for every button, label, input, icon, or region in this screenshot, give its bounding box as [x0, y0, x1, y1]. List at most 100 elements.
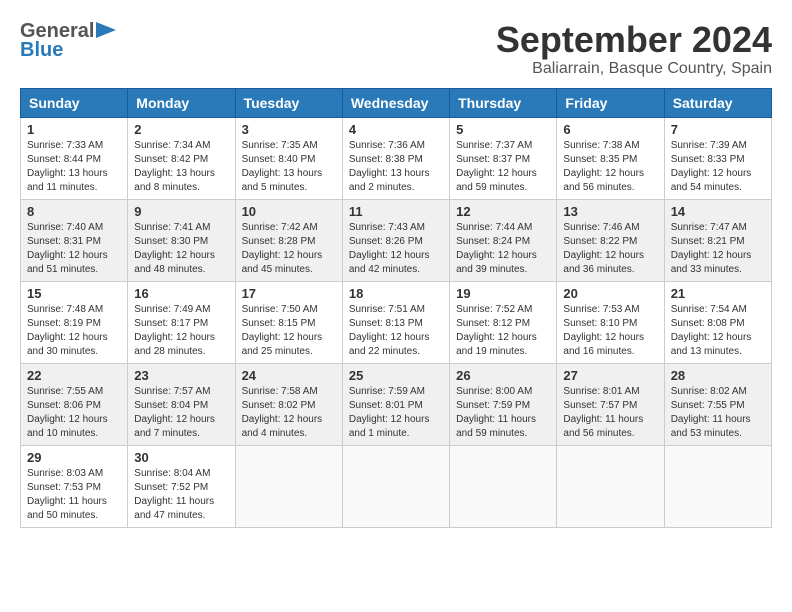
day-number: 11 — [349, 204, 443, 219]
table-row: 1 Sunrise: 7:33 AM Sunset: 8:44 PM Daylig… — [21, 117, 128, 199]
logo: General Blue — [20, 20, 116, 62]
table-row: 7Sunrise: 7:39 AM Sunset: 8:33 PM Daylig… — [664, 117, 771, 199]
day-number: 12 — [456, 204, 550, 219]
day-info: Sunrise: 7:42 AM Sunset: 8:28 PM Dayligh… — [242, 221, 336, 277]
day-number: 4 — [349, 122, 443, 137]
calendar-table: SundayMondayTuesdayWednesdayThursdayFrid… — [20, 88, 772, 528]
day-info: Sunrise: 7:48 AM Sunset: 8:19 PM Dayligh… — [27, 303, 121, 359]
day-number: 9 — [134, 204, 228, 219]
day-info: Sunrise: 8:00 AM Sunset: 7:59 PM Dayligh… — [456, 385, 550, 441]
day-info: Sunrise: 7:59 AM Sunset: 8:01 PM Dayligh… — [349, 385, 443, 441]
day-info: Sunrise: 7:50 AM Sunset: 8:15 PM Dayligh… — [242, 303, 336, 359]
table-row: 28Sunrise: 8:02 AM Sunset: 7:55 PM Dayli… — [664, 363, 771, 445]
day-info: Sunrise: 7:47 AM Sunset: 8:21 PM Dayligh… — [671, 221, 765, 277]
weekday-header-tuesday: Tuesday — [235, 88, 342, 117]
day-info: Sunrise: 8:04 AM Sunset: 7:52 PM Dayligh… — [134, 467, 228, 523]
weekday-header-saturday: Saturday — [664, 88, 771, 117]
table-row: 21Sunrise: 7:54 AM Sunset: 8:08 PM Dayli… — [664, 281, 771, 363]
table-row: 25 Sunrise: 7:59 AM Sunset: 8:01 PM Dayli… — [342, 363, 449, 445]
day-number: 2 — [134, 122, 228, 137]
table-row: 29 Sunrise: 8:03 AM Sunset: 7:53 PM Dayli… — [21, 445, 128, 527]
day-number: 26 — [456, 368, 550, 383]
day-info: Sunrise: 7:43 AM Sunset: 8:26 PM Dayligh… — [349, 221, 443, 277]
day-number: 20 — [563, 286, 657, 301]
day-info: Sunrise: 7:55 AM Sunset: 8:06 PM Dayligh… — [27, 385, 121, 441]
month-title: September 2024 — [496, 20, 772, 60]
location-subtitle: Baliarrain, Basque Country, Spain — [496, 60, 772, 78]
table-row: 17 Sunrise: 7:50 AM Sunset: 8:15 PM Dayli… — [235, 281, 342, 363]
day-info: Sunrise: 7:51 AM Sunset: 8:13 PM Dayligh… — [349, 303, 443, 359]
day-number: 13 — [563, 204, 657, 219]
table-row — [235, 445, 342, 527]
day-info: Sunrise: 7:54 AM Sunset: 8:08 PM Dayligh… — [671, 303, 765, 359]
calendar-week-2: 8 Sunrise: 7:40 AM Sunset: 8:31 PM Daylig… — [21, 199, 772, 281]
weekday-header-sunday: Sunday — [21, 88, 128, 117]
day-number: 18 — [349, 286, 443, 301]
logo-blue: Blue — [20, 39, 63, 62]
table-row: 26 Sunrise: 8:00 AM Sunset: 7:59 PM Dayli… — [450, 363, 557, 445]
day-number: 6 — [563, 122, 657, 137]
calendar-week-4: 22Sunrise: 7:55 AM Sunset: 8:06 PM Dayli… — [21, 363, 772, 445]
day-number: 23 — [134, 368, 228, 383]
day-info: Sunrise: 7:46 AM Sunset: 8:22 PM Dayligh… — [563, 221, 657, 277]
table-row: 23 Sunrise: 7:57 AM Sunset: 8:04 PM Dayli… — [128, 363, 235, 445]
day-number: 5 — [456, 122, 550, 137]
day-info: Sunrise: 7:33 AM Sunset: 8:44 PM Dayligh… — [27, 139, 121, 195]
day-number: 29 — [27, 450, 121, 465]
calendar-week-5: 29 Sunrise: 8:03 AM Sunset: 7:53 PM Dayli… — [21, 445, 772, 527]
table-row: 13 Sunrise: 7:46 AM Sunset: 8:22 PM Dayli… — [557, 199, 664, 281]
day-number: 25 — [349, 368, 443, 383]
table-row: 6 Sunrise: 7:38 AM Sunset: 8:35 PM Daylig… — [557, 117, 664, 199]
day-number: 10 — [242, 204, 336, 219]
day-info: Sunrise: 8:03 AM Sunset: 7:53 PM Dayligh… — [27, 467, 121, 523]
day-number: 16 — [134, 286, 228, 301]
day-number: 15 — [27, 286, 121, 301]
day-info: Sunrise: 7:53 AM Sunset: 8:10 PM Dayligh… — [563, 303, 657, 359]
day-info: Sunrise: 7:57 AM Sunset: 8:04 PM Dayligh… — [134, 385, 228, 441]
table-row: 14 Sunrise: 7:47 AM Sunset: 8:21 PM Dayli… — [664, 199, 771, 281]
table-row: 24Sunrise: 7:58 AM Sunset: 8:02 PM Dayli… — [235, 363, 342, 445]
weekday-header-monday: Monday — [128, 88, 235, 117]
table-row: 5 Sunrise: 7:37 AM Sunset: 8:37 PM Daylig… — [450, 117, 557, 199]
table-row: 9Sunrise: 7:41 AM Sunset: 8:30 PM Daylig… — [128, 199, 235, 281]
day-info: Sunrise: 7:40 AM Sunset: 8:31 PM Dayligh… — [27, 221, 121, 277]
table-row: 12 Sunrise: 7:44 AM Sunset: 8:24 PM Dayli… — [450, 199, 557, 281]
table-row: 10 Sunrise: 7:42 AM Sunset: 8:28 PM Dayli… — [235, 199, 342, 281]
day-info: Sunrise: 8:01 AM Sunset: 7:57 PM Dayligh… — [563, 385, 657, 441]
day-number: 27 — [563, 368, 657, 383]
day-info: Sunrise: 7:44 AM Sunset: 8:24 PM Dayligh… — [456, 221, 550, 277]
day-info: Sunrise: 7:37 AM Sunset: 8:37 PM Dayligh… — [456, 139, 550, 195]
day-info: Sunrise: 7:38 AM Sunset: 8:35 PM Dayligh… — [563, 139, 657, 195]
weekday-header-row: SundayMondayTuesdayWednesdayThursdayFrid… — [21, 88, 772, 117]
day-number: 7 — [671, 122, 765, 137]
table-row — [557, 445, 664, 527]
table-row: 15 Sunrise: 7:48 AM Sunset: 8:19 PM Dayli… — [21, 281, 128, 363]
table-row: 20 Sunrise: 7:53 AM Sunset: 8:10 PM Dayli… — [557, 281, 664, 363]
table-row — [664, 445, 771, 527]
calendar-week-3: 15 Sunrise: 7:48 AM Sunset: 8:19 PM Dayli… — [21, 281, 772, 363]
day-info: Sunrise: 7:34 AM Sunset: 8:42 PM Dayligh… — [134, 139, 228, 195]
table-row: 30 Sunrise: 8:04 AM Sunset: 7:52 PM Dayli… — [128, 445, 235, 527]
table-row: 11 Sunrise: 7:43 AM Sunset: 8:26 PM Dayli… — [342, 199, 449, 281]
table-row: 22Sunrise: 7:55 AM Sunset: 8:06 PM Dayli… — [21, 363, 128, 445]
day-number: 8 — [27, 204, 121, 219]
day-info: Sunrise: 7:52 AM Sunset: 8:12 PM Dayligh… — [456, 303, 550, 359]
table-row — [450, 445, 557, 527]
day-number: 1 — [27, 122, 121, 137]
table-row: 2 Sunrise: 7:34 AM Sunset: 8:42 PM Daylig… — [128, 117, 235, 199]
day-info: Sunrise: 7:36 AM Sunset: 8:38 PM Dayligh… — [349, 139, 443, 195]
weekday-header-wednesday: Wednesday — [342, 88, 449, 117]
table-row: 4 Sunrise: 7:36 AM Sunset: 8:38 PM Daylig… — [342, 117, 449, 199]
title-section: September 2024 Baliarrain, Basque Countr… — [496, 20, 772, 78]
table-row: 3Sunrise: 7:35 AM Sunset: 8:40 PM Daylig… — [235, 117, 342, 199]
day-number: 17 — [242, 286, 336, 301]
table-row: 27 Sunrise: 8:01 AM Sunset: 7:57 PM Dayli… — [557, 363, 664, 445]
day-number: 14 — [671, 204, 765, 219]
weekday-header-friday: Friday — [557, 88, 664, 117]
page-header: General Blue September 2024 Baliarrain, … — [20, 20, 772, 78]
day-info: Sunrise: 7:58 AM Sunset: 8:02 PM Dayligh… — [242, 385, 336, 441]
table-row — [342, 445, 449, 527]
table-row: 18 Sunrise: 7:51 AM Sunset: 8:13 PM Dayli… — [342, 281, 449, 363]
day-number: 30 — [134, 450, 228, 465]
calendar-week-1: 1 Sunrise: 7:33 AM Sunset: 8:44 PM Daylig… — [21, 117, 772, 199]
